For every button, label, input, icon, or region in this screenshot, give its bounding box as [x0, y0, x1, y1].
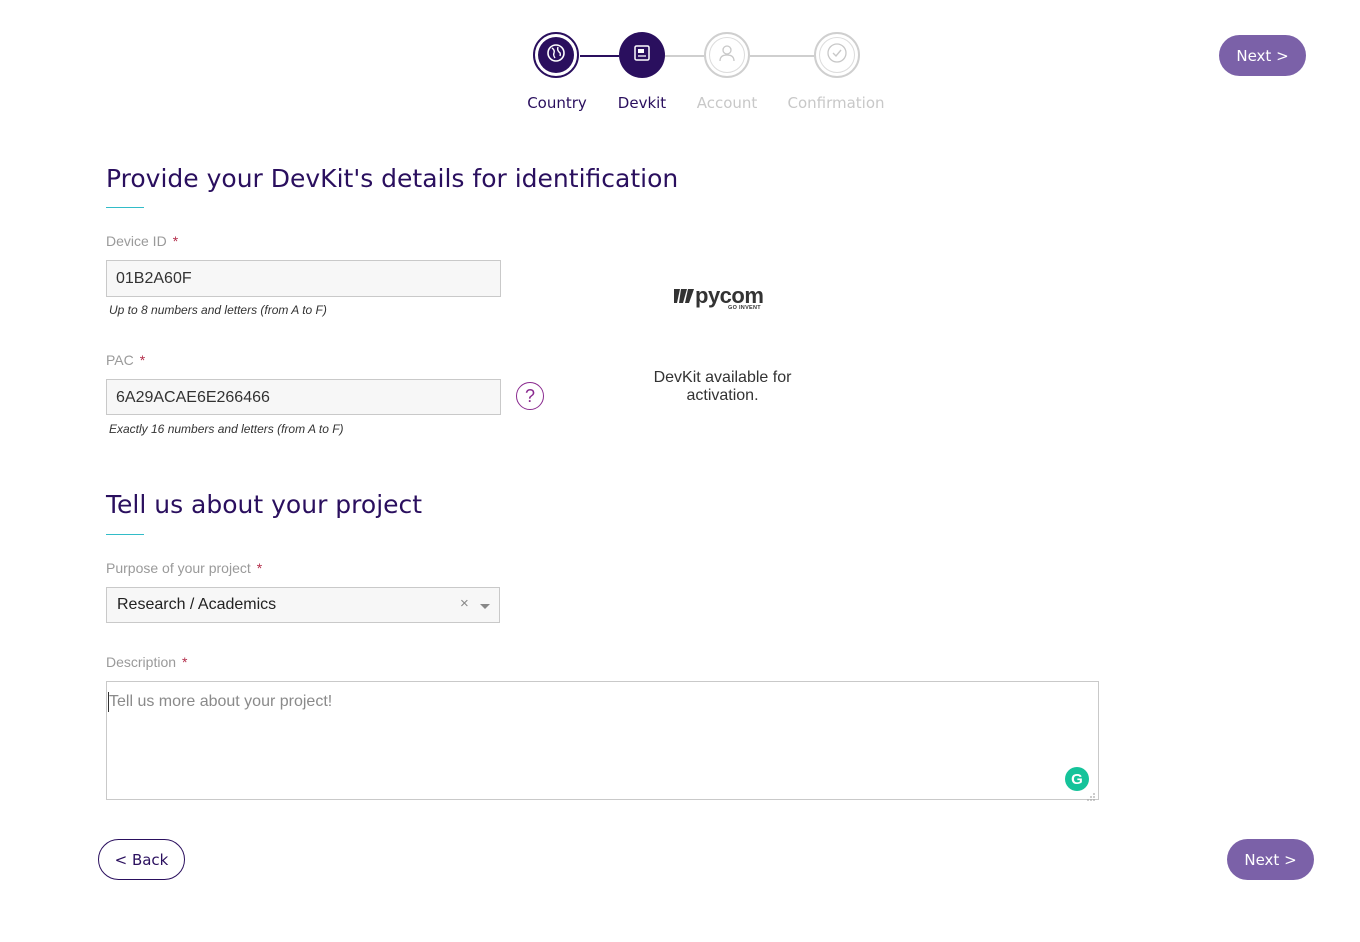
back-button[interactable]: < Back [98, 839, 185, 880]
next-button-bottom[interactable]: Next > [1227, 839, 1314, 880]
stepper-connector [750, 55, 814, 57]
devkit-status-text: DevKit available for activation. [653, 369, 792, 404]
user-icon [717, 43, 737, 67]
step-label-confirmation: Confirmation [787, 94, 885, 112]
stepper-connector [665, 55, 704, 57]
pac-hint: Exactly 16 numbers and letters (from A t… [109, 422, 344, 436]
description-placeholder: Tell us more about your project! [109, 693, 333, 710]
pac-help-button[interactable]: ? [516, 382, 544, 410]
pycom-mark-icon [674, 288, 695, 304]
purpose-label: Purpose of your project * [106, 560, 263, 576]
step-label-devkit: Devkit [617, 94, 667, 112]
step-confirmation[interactable] [814, 32, 860, 78]
section-underline [106, 534, 144, 535]
project-section-title: Tell us about your project [106, 490, 423, 519]
step-label-account: Account [696, 94, 758, 112]
pycom-logo: pycom GO INVENT [674, 283, 764, 311]
step-country[interactable] [533, 32, 579, 78]
step-label-country: Country [527, 94, 587, 112]
chevron-down-icon[interactable] [480, 604, 490, 609]
step-account[interactable] [704, 32, 750, 78]
description-textarea[interactable]: Tell us more about your project! [106, 681, 1099, 800]
stepper-connector-done [580, 55, 619, 57]
device-id-input[interactable]: 01B2A60F [106, 260, 501, 297]
resize-grip-icon[interactable] [1086, 787, 1096, 801]
step-devkit[interactable] [619, 32, 665, 78]
check-icon [826, 42, 848, 68]
section-underline [106, 207, 144, 208]
required-mark: * [172, 233, 179, 249]
purpose-select[interactable]: Research / Academics × [106, 587, 500, 623]
required-mark: * [256, 560, 263, 576]
devkit-section-title: Provide your DevKit's details for identi… [106, 164, 679, 193]
pycom-wordmark: pycom [695, 283, 764, 308]
description-label: Description * [106, 654, 188, 670]
purpose-selected-value: Research / Academics [117, 596, 277, 613]
required-mark: * [139, 352, 146, 368]
next-button-top[interactable]: Next > [1219, 35, 1306, 76]
device-id-hint: Up to 8 numbers and letters (from A to F… [109, 303, 327, 317]
text-cursor [108, 692, 109, 712]
devkit-icon [633, 44, 651, 66]
pycom-tagline: GO INVENT [728, 305, 761, 311]
pac-input[interactable]: 6A29ACAE6E266466 [106, 379, 501, 415]
globe-icon [546, 43, 566, 67]
device-id-label: Device ID * [106, 233, 179, 249]
required-mark: * [182, 654, 188, 670]
pac-label: PAC * [106, 352, 146, 368]
clear-selection-icon[interactable]: × [460, 595, 469, 612]
